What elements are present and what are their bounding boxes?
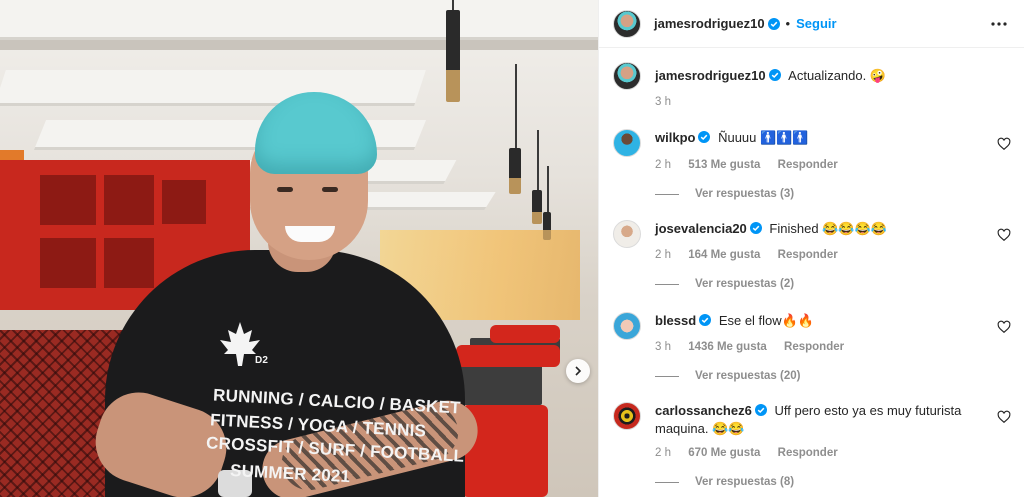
follow-button[interactable]: Seguir bbox=[796, 16, 836, 31]
post-photo: D2 RUNNING / CALCIO / BASKET FITNESS / Y… bbox=[0, 0, 598, 497]
comment-time: 2 h bbox=[655, 249, 671, 261]
view-replies-button[interactable]: Ver respuestas (8) bbox=[655, 476, 794, 488]
view-replies-button[interactable]: Ver respuestas (3) bbox=[655, 188, 794, 200]
comment-username[interactable]: carlossanchez6 bbox=[655, 403, 752, 418]
comment-item: wilkpo Ñuuuu 🚹🚹🚹 2 h 513 Me gusta Respon… bbox=[613, 129, 1013, 201]
more-options-icon bbox=[991, 22, 1007, 26]
post-caption: jamesrodriguez10 Actualizando. 🤪 3 h bbox=[613, 62, 1013, 112]
comment-text: Ese el flow🔥🔥 bbox=[718, 313, 815, 328]
verified-badge-icon bbox=[768, 69, 781, 81]
caption-time: 3 h bbox=[655, 96, 671, 108]
verified-badge-icon bbox=[749, 222, 762, 234]
verified-badge-icon bbox=[699, 314, 712, 326]
shirt-badge: D2 bbox=[255, 355, 269, 366]
view-replies-button[interactable]: Ver respuestas (20) bbox=[655, 370, 800, 382]
comment-item: carlossanchez6 Uff pero esto ya es muy f… bbox=[613, 402, 1013, 492]
comment-item: josevalencia20 Finished 😂😂😂😂 2 h 164 Me … bbox=[613, 220, 1013, 292]
comment-item: blessd Ese el flow🔥🔥 3 h 1436 Me gusta R… bbox=[613, 312, 1013, 384]
comment-likes[interactable]: 1436 Me gusta bbox=[688, 341, 767, 353]
comment-time: 2 h bbox=[655, 159, 671, 171]
comment-likes[interactable]: 164 Me gusta bbox=[688, 249, 760, 261]
heart-outline-icon[interactable] bbox=[997, 137, 1011, 151]
comment-likes[interactable]: 513 Me gusta bbox=[688, 159, 760, 171]
pendant-lamp bbox=[509, 148, 521, 194]
verified-badge-icon bbox=[698, 131, 711, 143]
heart-outline-icon[interactable] bbox=[997, 228, 1011, 242]
separator-dot: • bbox=[785, 16, 791, 31]
pendant-lamp bbox=[543, 212, 551, 240]
reply-button[interactable]: Responder bbox=[778, 249, 838, 261]
comment-time: 2 h bbox=[655, 447, 671, 459]
post-header: jamesrodriguez10 • Seguir bbox=[599, 0, 1024, 48]
pendant-lamp bbox=[532, 190, 542, 224]
author-avatar[interactable] bbox=[613, 62, 641, 90]
caption-text: Actualizando. 🤪 bbox=[788, 68, 887, 83]
red-chair bbox=[456, 345, 560, 367]
verified-badge-icon bbox=[767, 17, 780, 30]
commenter-avatar[interactable] bbox=[613, 312, 641, 340]
comment-time: 3 h bbox=[655, 341, 671, 353]
comment-username[interactable]: wilkpo bbox=[655, 130, 695, 145]
more-options-button[interactable] bbox=[987, 12, 1011, 36]
view-replies-button[interactable]: Ver respuestas (2) bbox=[655, 278, 794, 290]
commenter-avatar[interactable] bbox=[613, 129, 641, 157]
pendant-lamp bbox=[446, 10, 460, 102]
comment-username[interactable]: josevalencia20 bbox=[655, 221, 747, 236]
commenter-avatar[interactable] bbox=[613, 402, 641, 430]
heart-outline-icon[interactable] bbox=[997, 410, 1011, 424]
verified-badge-icon bbox=[754, 404, 767, 416]
comment-text: Finished 😂😂😂😂 bbox=[769, 221, 887, 236]
next-photo-button[interactable] bbox=[566, 359, 590, 383]
author-username[interactable]: jamesrodriguez10 bbox=[654, 16, 765, 31]
reply-button[interactable]: Responder bbox=[778, 159, 838, 171]
reply-button[interactable]: Responder bbox=[778, 447, 838, 459]
heart-outline-icon[interactable] bbox=[997, 320, 1011, 334]
comment-text: Ñuuuu 🚹🚹🚹 bbox=[718, 130, 809, 145]
caption-username[interactable]: jamesrodriguez10 bbox=[655, 68, 766, 83]
chevron-right-icon bbox=[575, 366, 582, 376]
post-side-panel: jamesrodriguez10 • Seguir jamesrodriguez… bbox=[598, 0, 1024, 497]
ceiling bbox=[0, 0, 598, 40]
author-avatar[interactable] bbox=[613, 9, 641, 38]
comment-likes[interactable]: 670 Me gusta bbox=[688, 447, 760, 459]
reply-button[interactable]: Responder bbox=[784, 341, 844, 353]
comment-username[interactable]: blessd bbox=[655, 313, 696, 328]
commenter-avatar[interactable] bbox=[613, 220, 641, 248]
